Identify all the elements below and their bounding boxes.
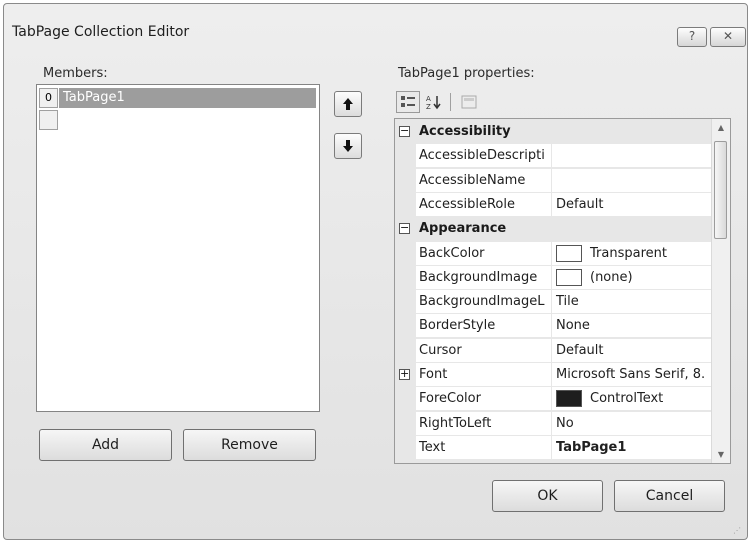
- property-row[interactable]: BackgroundImageL Tile: [395, 290, 712, 315]
- category-name: Appearance: [419, 221, 507, 237]
- members-label: Members:: [43, 66, 108, 81]
- collapse-icon[interactable]: −: [399, 125, 410, 137]
- collapse-icon[interactable]: −: [399, 222, 410, 235]
- alphabetical-button[interactable]: A Z: [422, 91, 446, 113]
- property-value-text: Transparent: [590, 245, 667, 261]
- property-value[interactable]: [552, 168, 712, 193]
- move-down-button[interactable]: [334, 133, 362, 159]
- property-name: BackgroundImageL: [416, 290, 551, 315]
- property-value[interactable]: (none): [552, 265, 712, 290]
- window-title: TabPage Collection Editor: [12, 24, 190, 40]
- property-name: ForeColor: [416, 387, 551, 412]
- member-name: TabPage1: [59, 88, 316, 108]
- property-value[interactable]: Tile: [552, 290, 712, 315]
- property-pages-button[interactable]: [457, 91, 481, 113]
- property-row[interactable]: BorderStyle None: [395, 314, 712, 339]
- property-name: AccessibleDescripti: [416, 144, 551, 169]
- move-up-button[interactable]: [334, 91, 362, 117]
- property-row[interactable]: AccessibleDescripti: [395, 144, 712, 169]
- scroll-down-icon[interactable]: ▼: [712, 446, 730, 463]
- property-row[interactable]: RightToLeft No: [395, 411, 712, 436]
- property-name: RightToLeft: [416, 411, 551, 436]
- property-name: AccessibleName: [416, 168, 551, 193]
- property-name: Font: [416, 363, 551, 387]
- color-swatch: [556, 390, 582, 408]
- property-value[interactable]: Microsoft Sans Serif, 8.: [552, 363, 712, 387]
- dialog-window: TabPage Collection Editor ? ✕ Members: 0…: [3, 3, 748, 540]
- property-value[interactable]: TabPage1: [552, 435, 712, 460]
- property-name: BackgroundImage: [416, 265, 551, 290]
- svg-text:A: A: [426, 95, 431, 103]
- property-grid[interactable]: − Accessibility AccessibleDescripti Accessi…: [394, 118, 731, 464]
- cancel-button[interactable]: Cancel: [614, 480, 725, 512]
- remove-button[interactable]: Remove: [183, 429, 316, 461]
- categorized-button[interactable]: [396, 91, 420, 113]
- vertical-scrollbar[interactable]: ▲ ▼: [711, 119, 730, 463]
- scroll-thumb[interactable]: [714, 141, 727, 239]
- property-value[interactable]: Default: [552, 192, 712, 217]
- property-name: BorderStyle: [416, 314, 551, 339]
- expand-icon[interactable]: +: [399, 368, 410, 380]
- category-row[interactable]: − Accessibility: [395, 120, 712, 144]
- property-name: BackColor: [416, 241, 551, 266]
- color-swatch: [556, 244, 582, 262]
- ok-button[interactable]: OK: [492, 480, 603, 512]
- property-value[interactable]: Transparent: [552, 241, 712, 266]
- property-value[interactable]: No: [552, 411, 712, 436]
- scroll-up-icon[interactable]: ▲: [712, 119, 730, 136]
- property-value-text: ControlText: [590, 391, 664, 407]
- property-row[interactable]: ForeColor ControlText: [395, 387, 712, 412]
- property-value[interactable]: Default: [552, 338, 712, 363]
- category-row[interactable]: − Appearance: [395, 217, 712, 241]
- property-value-text: (none): [590, 269, 633, 285]
- title-bar: TabPage Collection Editor ? ✕: [4, 4, 747, 47]
- property-row[interactable]: AccessibleRole Default: [395, 192, 712, 217]
- property-grid-rows: − Accessibility AccessibleDescripti Accessi…: [395, 119, 712, 463]
- list-item-empty: [37, 109, 319, 131]
- property-row[interactable]: Text TabPage1: [395, 435, 712, 460]
- toolbar-separator: [450, 93, 451, 111]
- alphabetical-icon: A Z: [426, 95, 441, 111]
- resize-grip-icon[interactable]: ⋰: [733, 526, 743, 536]
- property-row[interactable]: + Font Microsoft Sans Serif, 8.: [395, 363, 712, 387]
- arrow-up-icon: [343, 98, 353, 110]
- close-button[interactable]: ✕: [710, 27, 746, 47]
- property-row[interactable]: Cursor Default: [395, 338, 712, 363]
- color-swatch: [556, 268, 582, 286]
- property-pages-icon: [461, 95, 477, 109]
- property-name: AccessibleRole: [416, 192, 551, 217]
- property-value[interactable]: None: [552, 314, 712, 339]
- property-value[interactable]: ControlText: [552, 387, 712, 412]
- property-row[interactable]: AccessibleName: [395, 168, 712, 193]
- property-name: Text: [416, 435, 551, 460]
- properties-label: TabPage1 properties:: [398, 66, 535, 81]
- property-value[interactable]: [552, 144, 712, 169]
- list-item[interactable]: 0 TabPage1: [37, 87, 319, 109]
- member-index-empty: [39, 110, 58, 130]
- categorized-icon: [401, 96, 415, 107]
- help-button[interactable]: ?: [677, 27, 707, 47]
- member-index: 0: [39, 88, 58, 108]
- property-row[interactable]: BackColor Transparent: [395, 241, 712, 266]
- add-button[interactable]: Add: [39, 429, 172, 461]
- category-name: Accessibility: [419, 124, 511, 139]
- properties-toolbar: A Z: [394, 88, 734, 116]
- arrow-down-icon: [343, 140, 353, 152]
- property-name: Cursor: [416, 338, 551, 363]
- svg-text:Z: Z: [426, 103, 431, 110]
- property-row[interactable]: BackgroundImage (none): [395, 265, 712, 290]
- members-list[interactable]: 0 TabPage1: [36, 84, 320, 412]
